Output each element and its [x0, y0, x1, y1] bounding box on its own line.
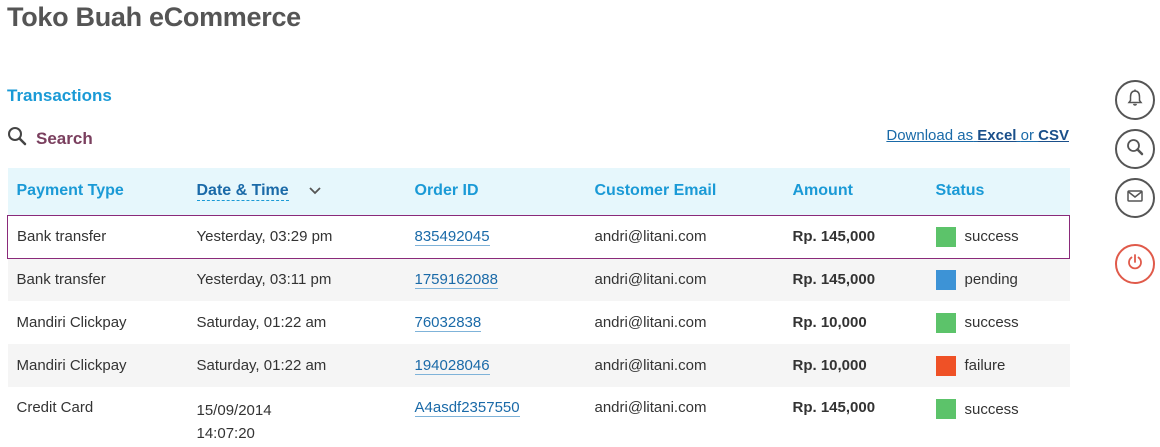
table-row[interactable]: Credit Card 15/09/2014 14:07:20 A4asdf23… — [8, 387, 1070, 447]
table-row[interactable]: Mandiri Clickpay Saturday, 01:22 am 1940… — [7, 344, 1070, 387]
status-label: success — [964, 314, 1019, 331]
customer-email: andri@litani.com — [594, 399, 707, 416]
header-date-time-label: Date & Time — [196, 182, 289, 202]
status-label: success — [964, 400, 1019, 418]
section-title: Transactions — [7, 86, 112, 105]
download-excel-link[interactable]: Excel — [977, 127, 1016, 144]
payment-type: Mandiri Clickpay — [16, 357, 127, 374]
header-date-time[interactable]: Date & Time — [188, 168, 406, 215]
table-row[interactable]: Bank transfer Yesterday, 03:11 pm 175916… — [7, 258, 1070, 301]
payment-type: Credit Card — [16, 399, 94, 416]
header-order-id: Order ID — [414, 182, 479, 200]
amount: Rp. 10,000 — [792, 357, 867, 374]
table-row[interactable]: Bank transfer Yesterday, 03:29 pm 835492… — [7, 214, 1070, 259]
date-time: Saturday, 01:22 am — [196, 357, 327, 374]
amount: Rp. 10,000 — [792, 314, 867, 331]
header-customer-email: Customer Email — [594, 182, 717, 200]
status-indicator — [935, 399, 956, 419]
amount: Rp. 145,000 — [792, 399, 876, 416]
status-indicator — [935, 355, 956, 376]
header-payment-type: Payment Type — [16, 182, 124, 200]
date-time: 15/09/2014 14:07:20 — [188, 387, 406, 447]
header-status: Status — [935, 182, 985, 200]
status-label: failure — [964, 357, 1006, 374]
customer-email: andri@litani.com — [594, 314, 707, 331]
payment-type: Bank transfer — [7, 214, 188, 259]
payment-type: Mandiri Clickpay — [16, 314, 127, 331]
download-prefix: Download as — [886, 127, 974, 144]
status-indicator — [935, 226, 956, 247]
customer-email: andri@litani.com — [585, 214, 784, 259]
header-amount: Amount — [792, 182, 853, 200]
notifications-button[interactable] — [1115, 80, 1155, 120]
order-id-link[interactable]: 76032838 — [414, 314, 482, 332]
date-line: 15/09/2014 — [196, 402, 272, 419]
messages-button[interactable] — [1115, 178, 1155, 218]
transactions-table: Payment Type Date & Time Order ID Custom… — [7, 168, 1070, 447]
search-button[interactable] — [1115, 129, 1155, 169]
date-time: Yesterday, 03:11 pm — [196, 271, 332, 289]
order-id-link[interactable]: 1759162088 — [414, 271, 498, 290]
time-line: 14:07:20 — [196, 425, 255, 442]
download-csv-link[interactable]: CSV — [1038, 127, 1069, 144]
table-row[interactable]: Mandiri Clickpay Saturday, 01:22 am 7603… — [8, 301, 1070, 344]
search-label: Search — [36, 128, 93, 148]
customer-email: andri@litani.com — [594, 271, 707, 289]
app-title: Toko Buah eCommerce — [7, 2, 301, 32]
payment-type: Bank transfer — [16, 271, 106, 289]
order-id-link[interactable]: 194028046 — [414, 357, 490, 375]
amount: Rp. 145,000 — [783, 214, 927, 259]
search-icon — [7, 126, 27, 151]
status-indicator — [935, 312, 956, 333]
date-time: Yesterday, 03:29 pm — [187, 214, 406, 259]
table-header-row: Payment Type Date & Time Order ID Custom… — [7, 168, 1070, 215]
mail-icon — [1125, 186, 1145, 211]
download-or: or — [1020, 127, 1034, 144]
status-indicator — [935, 269, 956, 290]
chevron-down-icon[interactable] — [309, 182, 321, 200]
logout-button[interactable] — [1115, 244, 1155, 284]
order-id-link[interactable]: A4asdf2357550 — [414, 399, 520, 417]
search-toggle[interactable]: Search — [7, 126, 93, 151]
power-icon — [1125, 252, 1145, 277]
status-label: success — [964, 228, 1019, 245]
download-links: Download as Excel or CSV — [886, 127, 1069, 144]
date-time: Saturday, 01:22 am — [196, 314, 327, 331]
customer-email: andri@litani.com — [594, 357, 707, 374]
bell-icon — [1125, 88, 1145, 113]
amount: Rp. 145,000 — [792, 271, 876, 289]
search-icon — [1125, 137, 1145, 162]
order-id-link[interactable]: 835492045 — [414, 228, 490, 246]
status-label: pending — [964, 271, 1018, 289]
